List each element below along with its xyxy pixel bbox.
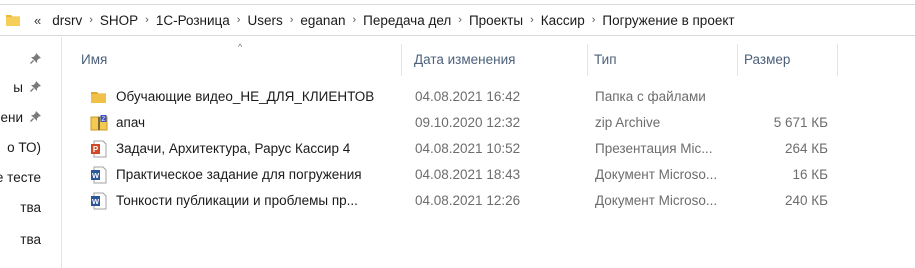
nav-item[interactable]: тва [0,195,61,221]
breadcrumb-item[interactable]: eganan [295,13,350,28]
nav-item[interactable] [0,47,61,73]
svg-text:Z: Z [102,117,106,123]
nav-item[interactable]: ени [0,105,61,131]
nav-item-label: тва [20,232,41,247]
file-row[interactable]: W Тонкости публикации и проблемы пр... 04.… [80,188,840,214]
file-type: Документ Microso... [595,193,718,208]
column-header-size[interactable]: Размер [737,44,837,76]
file-type: Презентация Mic... [595,141,713,156]
nav-item-label: ени [0,110,23,125]
breadcrumb-item[interactable]: Проекты [464,13,528,28]
svg-text:W: W [92,197,100,206]
breadcrumb-item[interactable]: drsrv [47,13,87,28]
file-size: 240 КБ [785,193,828,208]
navigation-pane[interactable]: ы ени о ТО) е тесте тва тва [0,37,62,268]
powerpoint-icon: P [90,140,108,158]
breadcrumb-separator-icon[interactable]: › [590,14,598,26]
file-name: Задачи, Архитектура, Рарус Кассир 4 [116,141,351,156]
nav-item-label: о ТО) [7,140,41,155]
breadcrumb-separator-icon[interactable]: › [288,14,296,26]
zip-archive-icon: Z [90,114,108,132]
breadcrumb-item[interactable]: Передача дел [358,13,456,28]
folder-icon [6,13,22,27]
nav-item[interactable]: ы [0,75,61,101]
breadcrumb-overflow-icon[interactable]: « [34,13,41,28]
svg-text:P: P [93,145,99,154]
file-size: 5 671 КБ [773,115,828,130]
nav-item[interactable]: е тесте [0,165,61,191]
file-name: Обучающие видео_НЕ_ДЛЯ_КЛИЕНТОВ [116,89,375,104]
file-size: 16 КБ [792,167,829,182]
address-bar[interactable]: « drsrv › SHOP › 1С-Розница › Users › eganan › Пер… [0,4,915,36]
column-divider[interactable] [837,44,838,76]
pin-icon[interactable] [29,47,41,73]
column-divider[interactable] [401,44,402,76]
file-date-modified: 04.08.2021 12:26 [415,193,521,208]
column-header-type[interactable]: Тип [587,44,737,76]
file-date-modified: 04.08.2021 18:43 [415,167,521,182]
breadcrumb-item[interactable]: SHOP [95,13,143,28]
nav-item[interactable]: о ТО) [0,135,61,161]
sort-ascending-icon: ^ [238,42,243,52]
file-date-modified: 04.08.2021 10:52 [415,141,521,156]
file-size: 264 КБ [785,141,828,156]
nav-item-label: ы [13,80,23,95]
file-type: zip Archive [595,115,661,130]
nav-item-label: тва [20,200,41,215]
breadcrumb-separator-icon[interactable]: › [143,14,151,26]
file-size [735,84,828,110]
breadcrumb-item[interactable]: Погружение в проект [597,13,739,28]
word-document-icon: W [90,166,108,184]
breadcrumb-item[interactable]: Users [242,13,287,28]
file-row[interactable]: W Практическое задание для погружения 04.0… [80,162,840,188]
file-type: Документ Microso... [595,167,718,182]
file-name: апач [116,115,146,130]
file-name: Тонкости публикации и проблемы пр... [116,193,358,208]
file-name: Практическое задание для погружения [116,167,362,182]
nav-item-label: е тесте [0,170,41,185]
pin-icon[interactable] [29,105,41,131]
file-row[interactable]: P Задачи, Архитектура, Рарус Кассир 4 04.0… [80,136,840,162]
breadcrumb: drsrv › SHOP › 1С-Розница › Users › eganan › Перед… [47,13,739,28]
word-document-icon: W [90,192,108,210]
breadcrumb-separator-icon[interactable]: › [235,14,243,26]
file-row[interactable]: Обучающие видео_НЕ_ДЛЯ_КЛИЕНТОВ 04.08.202… [80,84,840,110]
breadcrumb-separator-icon[interactable]: › [87,14,95,26]
breadcrumb-separator-icon[interactable]: › [350,14,358,26]
breadcrumb-separator-icon[interactable]: › [528,14,536,26]
breadcrumb-item[interactable]: 1С-Розница [151,13,235,28]
breadcrumb-item[interactable]: Кассир [536,13,590,28]
column-header-date[interactable]: Дата изменения [407,44,587,76]
pin-icon[interactable] [29,75,41,101]
file-date-modified: 04.08.2021 16:42 [415,89,521,104]
folder-icon [90,88,108,106]
breadcrumb-separator-icon[interactable]: › [456,14,464,26]
svg-text:W: W [92,171,100,180]
file-row[interactable]: Zапач 09.10.2020 12:32 zip Archive 5 671 КБ [80,110,840,136]
file-type: Папка с файлами [595,89,706,104]
file-date-modified: 09.10.2020 12:32 [415,115,521,130]
nav-item[interactable]: тва [0,227,61,253]
